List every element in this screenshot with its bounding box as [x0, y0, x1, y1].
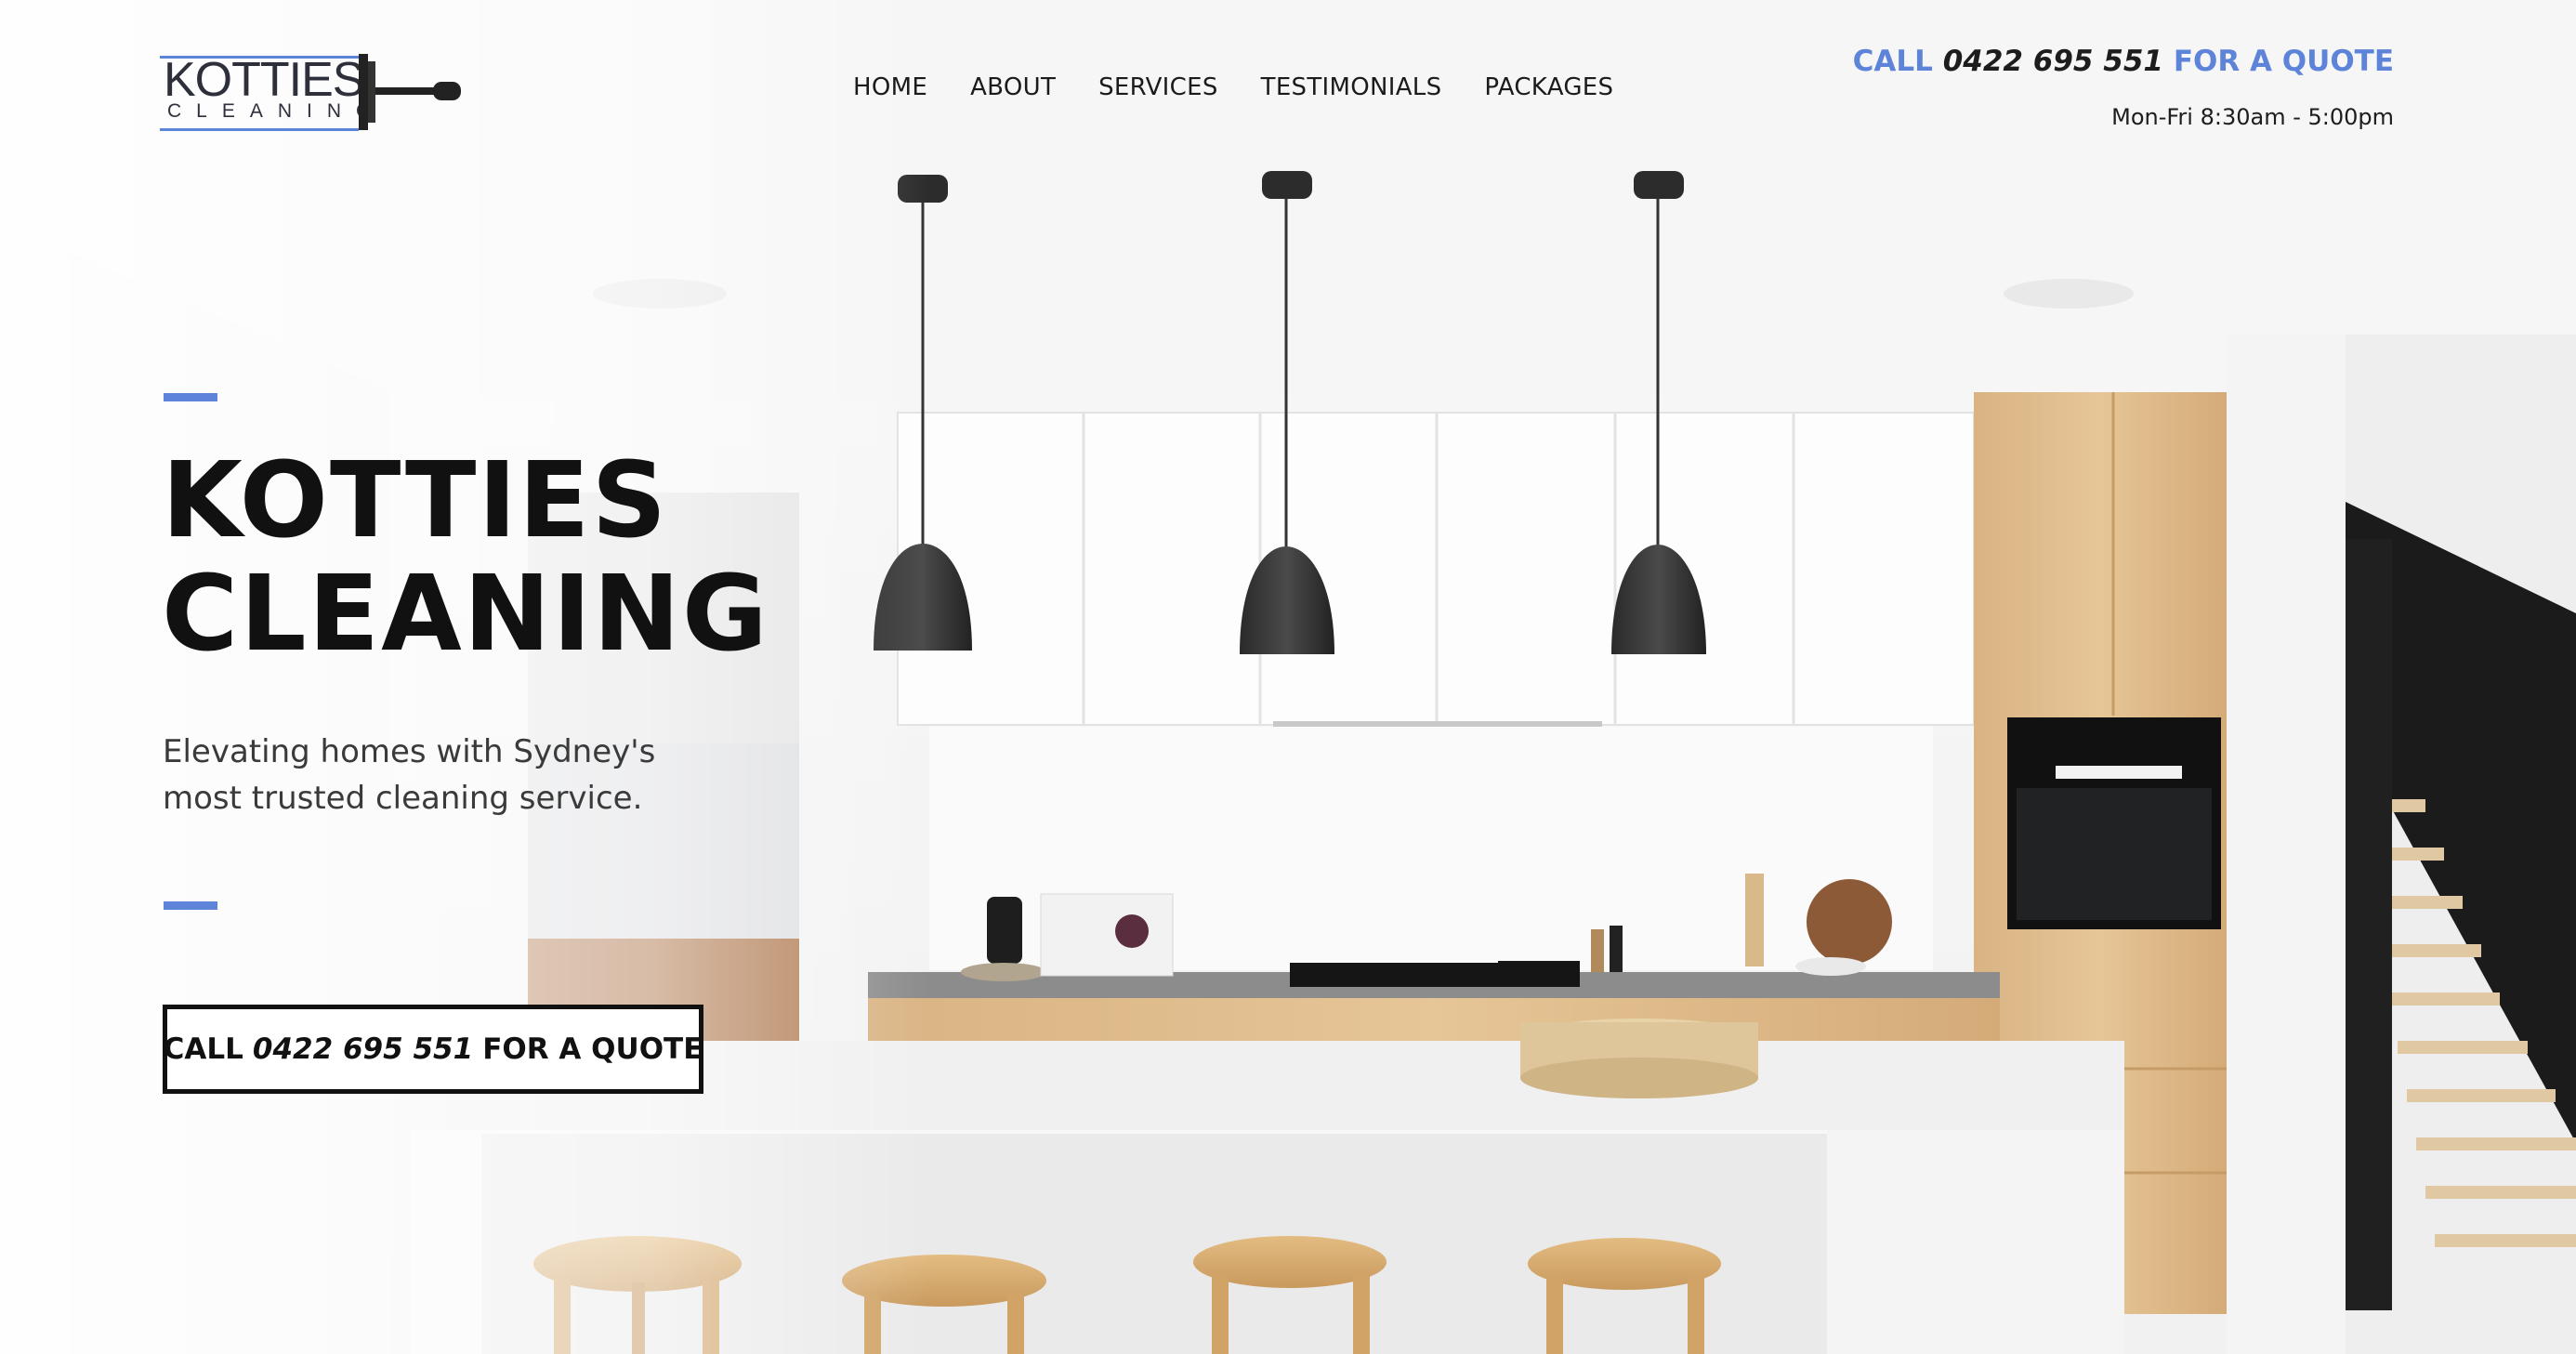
logo-rule-bottom [160, 128, 359, 131]
main-nav: HOME ABOUT SERVICES TESTIMONIALS PACKAGE… [853, 69, 1613, 106]
call-quote-button[interactable]: CALL 0422 695 551 FOR A QUOTE [163, 1005, 703, 1094]
hero-title-line-1: KOTTIES [162, 440, 669, 561]
logo-subtitle: CLEANING [167, 100, 387, 122]
squeegee-icon [357, 52, 468, 136]
nav-testimonials[interactable]: TESTIMONIALS [1261, 69, 1442, 106]
nav-home[interactable]: HOME [853, 69, 927, 106]
business-hours: Mon-Fri 8:30am - 5:00pm [2111, 104, 2394, 130]
header-call-link[interactable]: CALL 0422 695 551 FOR A QUOTE [1853, 45, 2394, 78]
nav-services[interactable]: SERVICES [1098, 69, 1218, 106]
header-call-suffix: FOR A QUOTE [2173, 45, 2394, 78]
accent-bar-top [164, 393, 217, 401]
hero-tagline: Elevating homes with Sydney's most trust… [163, 733, 656, 817]
logo-wordmark: KOTTIES [164, 53, 364, 107]
brand-logo[interactable]: KOTTIES CLEANING [160, 52, 467, 136]
cta-suffix: FOR A QUOTE [482, 1032, 703, 1066]
hero-title-line-2: CLEANING [162, 554, 769, 675]
hero-title: KOTTIES CLEANING [162, 444, 769, 671]
accent-bar-bottom [164, 901, 217, 910]
header-call-prefix: CALL [1852, 45, 1933, 78]
cta-prefix: CALL [163, 1032, 243, 1066]
header-call-phone: 0422 695 551 [1942, 45, 2164, 78]
hero-background-kitchen-image [0, 0, 2576, 1354]
nav-about[interactable]: ABOUT [970, 69, 1056, 106]
nav-packages[interactable]: PACKAGES [1484, 69, 1613, 106]
cta-phone: 0422 695 551 [252, 1032, 474, 1066]
